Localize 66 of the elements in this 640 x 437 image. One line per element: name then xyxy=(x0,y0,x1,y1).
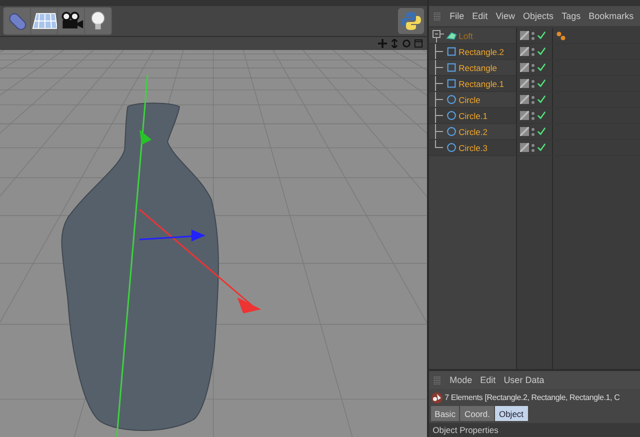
check-icon[interactable] xyxy=(536,95,546,104)
visibility-dots-icon[interactable] xyxy=(530,110,535,120)
menu-item[interactable]: Mode xyxy=(450,375,472,385)
menu-item[interactable]: Tags xyxy=(562,11,581,21)
object-name[interactable]: Circle.3 xyxy=(458,142,488,152)
menu-item[interactable]: File xyxy=(450,11,464,21)
capsule-icon[interactable] xyxy=(4,8,30,34)
visibility-dots-icon[interactable] xyxy=(530,142,535,152)
square-icon xyxy=(446,78,457,89)
layer-icon[interactable] xyxy=(520,95,529,104)
menu-item[interactable]: Objects xyxy=(523,11,554,21)
shapes-icon xyxy=(430,392,443,404)
grip-icon[interactable] xyxy=(432,12,442,20)
check-icon[interactable] xyxy=(536,127,546,136)
check-icon[interactable] xyxy=(536,31,546,40)
layer-icon[interactable] xyxy=(520,47,529,56)
visibility-dots-icon[interactable] xyxy=(530,94,535,104)
menu-item[interactable]: View xyxy=(496,11,516,21)
light-bulb-icon[interactable] xyxy=(85,8,111,34)
selection-summary: 7 Elements [Rectangle.2, Rectangle, Rectangle.1, C xyxy=(444,393,620,402)
object-name[interactable]: Circle.1 xyxy=(458,110,488,120)
layer-icon[interactable] xyxy=(520,31,529,40)
circle-icon xyxy=(446,94,457,105)
tree-line-icon xyxy=(435,92,444,107)
tree-line-icon xyxy=(435,60,444,75)
layer-icon[interactable] xyxy=(520,63,529,72)
tab[interactable]: Basic xyxy=(430,406,460,421)
layer-icon[interactable] xyxy=(520,127,529,136)
menu-item[interactable]: Edit xyxy=(472,11,488,21)
tree-line-icon xyxy=(435,44,444,59)
square-icon xyxy=(446,46,457,57)
check-icon[interactable] xyxy=(536,47,546,56)
tab[interactable]: Coord. xyxy=(460,406,494,421)
menu-item[interactable]: Edit xyxy=(480,375,496,385)
check-icon[interactable] xyxy=(536,143,546,152)
layer-icon[interactable] xyxy=(520,111,529,120)
expand-toggle-icon[interactable] xyxy=(432,28,444,43)
tree-line-icon xyxy=(435,76,444,91)
square-icon xyxy=(446,62,457,73)
tag-icon[interactable] xyxy=(556,30,566,40)
tree-line-icon xyxy=(435,108,444,123)
check-icon[interactable] xyxy=(536,63,546,72)
visibility-dots-icon[interactable] xyxy=(530,46,535,56)
tab[interactable]: Object xyxy=(494,406,528,421)
object-name[interactable]: Rectangle.1 xyxy=(458,78,504,88)
visibility-dots-icon[interactable] xyxy=(530,62,535,72)
section-header: Object Properties xyxy=(428,423,640,437)
grip-icon[interactable] xyxy=(432,376,442,384)
circle-icon xyxy=(446,110,457,121)
circle-icon xyxy=(446,126,457,137)
loft-icon xyxy=(446,30,457,41)
object-name[interactable]: Circle xyxy=(458,94,480,104)
grid-plane-icon[interactable] xyxy=(31,8,57,34)
visibility-dots-icon[interactable] xyxy=(530,30,535,40)
check-icon[interactable] xyxy=(536,79,546,88)
menu-item[interactable]: Bookmarks xyxy=(588,11,634,21)
circle-icon xyxy=(446,142,457,153)
camera-icon[interactable] xyxy=(58,8,84,34)
visibility-dots-icon[interactable] xyxy=(530,126,535,136)
menu-item[interactable]: User Data xyxy=(504,375,544,385)
visibility-dots-icon[interactable] xyxy=(530,78,535,88)
object-name[interactable]: Rectangle.2 xyxy=(458,46,504,56)
check-icon[interactable] xyxy=(536,111,546,120)
python-icon[interactable] xyxy=(398,8,424,34)
layer-icon[interactable] xyxy=(520,79,529,88)
layer-icon[interactable] xyxy=(520,143,529,152)
